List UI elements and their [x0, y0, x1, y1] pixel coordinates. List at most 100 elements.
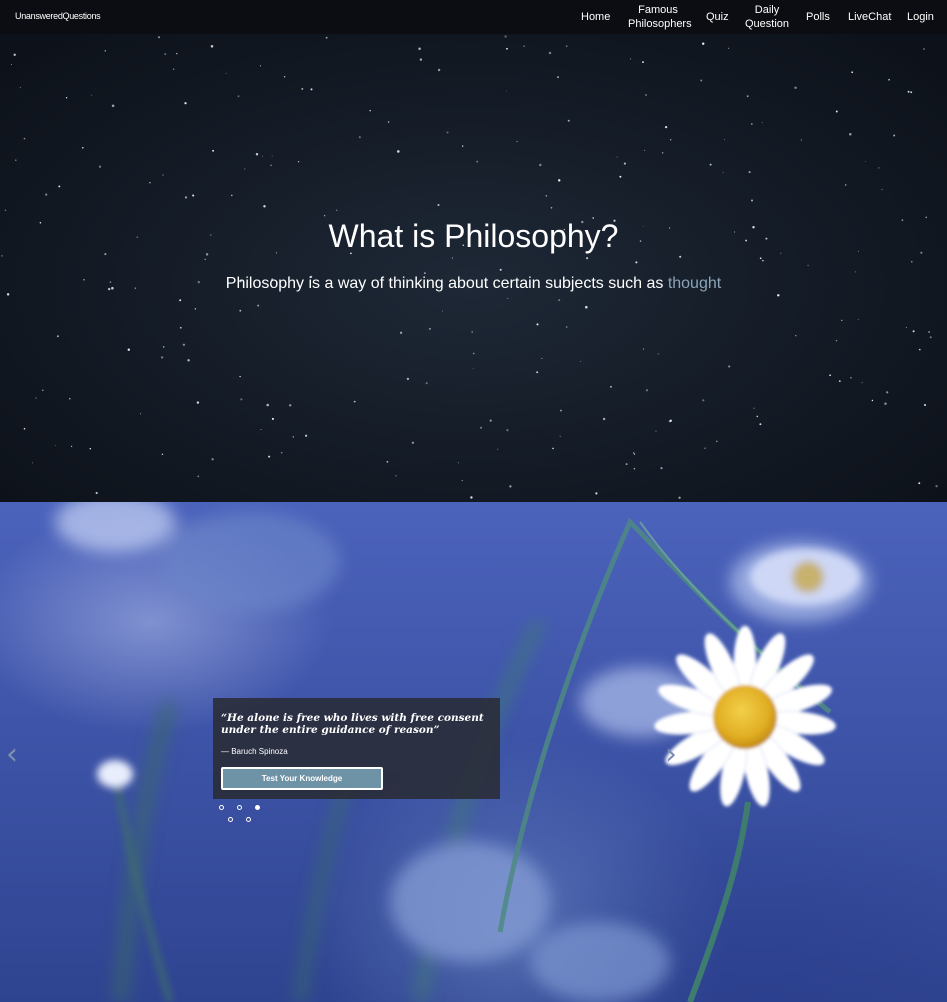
star [506, 429, 509, 432]
carousel-indicator-dot[interactable] [246, 817, 251, 822]
star [353, 400, 356, 403]
star [664, 125, 668, 129]
star [704, 447, 706, 450]
star [160, 356, 164, 359]
star [194, 308, 197, 310]
star [301, 87, 304, 90]
star [619, 175, 622, 178]
starfield-background [1, 35, 938, 499]
star [918, 348, 921, 351]
star [723, 138, 726, 141]
star [56, 335, 59, 338]
star [54, 445, 56, 446]
nav-livechat-link[interactable]: LiveChat [848, 10, 891, 24]
star [623, 162, 626, 165]
nav-famous-philosophers-link[interactable]: Famous Philosophers [628, 3, 692, 31]
nav-home-link[interactable]: Home [581, 10, 610, 24]
star [69, 397, 71, 400]
hero-title: What is Philosophy? [328, 218, 619, 254]
star [835, 110, 838, 113]
star [616, 156, 618, 158]
star [15, 159, 17, 161]
star [506, 47, 508, 50]
star [179, 326, 182, 329]
carousel-indicator-dot[interactable] [237, 805, 242, 810]
star [761, 122, 763, 123]
star [748, 171, 751, 174]
star [271, 417, 274, 420]
nav-daily-line1: Daily [754, 4, 780, 16]
star [19, 87, 21, 89]
star [411, 441, 415, 444]
star [557, 179, 561, 182]
star [4, 209, 7, 212]
star [585, 305, 588, 309]
nav-quiz-link[interactable]: Quiz [706, 10, 729, 24]
star [878, 167, 880, 169]
star [470, 496, 473, 499]
star [471, 331, 474, 333]
star [800, 139, 802, 141]
star [753, 407, 755, 409]
star [911, 261, 913, 263]
star [305, 434, 308, 437]
star [625, 463, 628, 466]
star [423, 272, 426, 275]
star [700, 79, 703, 82]
star [23, 427, 26, 430]
quote-carousel: ‹ › “He alone is free who lives with fre… [0, 502, 947, 1002]
hero-subtitle-highlight: thought [667, 275, 722, 292]
star [558, 299, 561, 302]
star [807, 264, 809, 267]
star [437, 68, 441, 72]
star [173, 68, 175, 70]
star [861, 382, 863, 384]
star [750, 123, 753, 125]
star [841, 319, 843, 321]
star [418, 47, 421, 50]
star [536, 371, 539, 374]
carousel-indicator-dot[interactable] [219, 805, 224, 810]
carousel-next-icon[interactable]: › [665, 740, 677, 770]
star [70, 445, 73, 447]
star [323, 214, 326, 217]
brand-link[interactable]: UnansweredQuestions [15, 11, 101, 21]
star [851, 71, 854, 74]
star [196, 401, 200, 404]
star [849, 133, 852, 136]
star [369, 109, 371, 112]
star [536, 323, 539, 326]
star [310, 88, 313, 91]
nav-daily-line2: Question [744, 18, 790, 30]
nav-polls-link[interactable]: Polls [806, 10, 830, 24]
star [204, 258, 206, 260]
star [260, 429, 262, 430]
star [722, 171, 724, 173]
star [211, 458, 214, 461]
nav-login-link[interactable]: Login [907, 10, 934, 24]
carousel-indicator-dot[interactable] [255, 805, 260, 810]
star [58, 185, 61, 188]
star [184, 196, 188, 199]
star [11, 64, 12, 66]
star [633, 453, 636, 455]
star [437, 203, 440, 207]
star [479, 426, 483, 429]
star [292, 436, 294, 438]
star [472, 367, 474, 369]
star [702, 42, 705, 45]
star [645, 389, 649, 392]
star [23, 137, 26, 140]
star [633, 452, 635, 454]
star [548, 51, 552, 55]
star [678, 496, 681, 499]
star [387, 121, 390, 123]
nav-daily-question-link[interactable]: Daily Question [744, 3, 790, 31]
carousel-caption: “He alone is free who lives with free co… [213, 698, 500, 799]
star [660, 467, 663, 470]
carousel-indicator-dot[interactable] [228, 817, 233, 822]
star [297, 161, 300, 163]
star [497, 448, 499, 450]
test-your-knowledge-button[interactable]: Test Your Knowledge [221, 767, 383, 790]
carousel-prev-icon[interactable]: ‹ [6, 740, 18, 770]
